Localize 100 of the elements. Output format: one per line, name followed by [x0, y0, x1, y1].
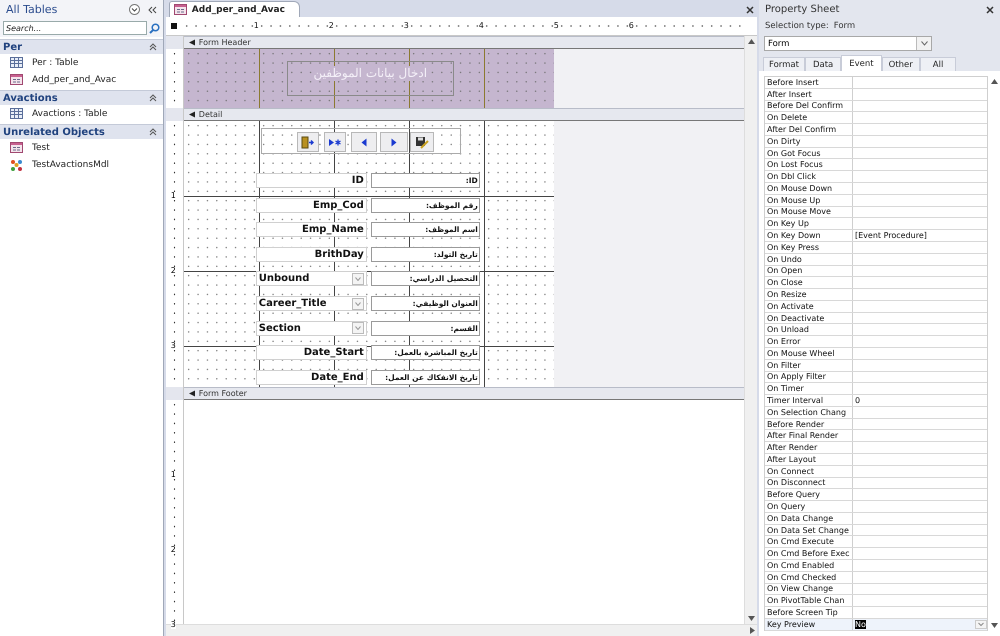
- property-row[interactable]: On Key Down [Event Procedure]: [765, 230, 988, 242]
- property-value[interactable]: No: [855, 620, 866, 629]
- property-row[interactable]: After Render: [765, 442, 988, 454]
- property-row[interactable]: Before Del Confirm: [765, 100, 988, 112]
- group-header[interactable]: Unrelated Objects: [0, 124, 163, 139]
- object-item[interactable]: Per : Table: [32, 58, 78, 68]
- record-nav-button[interactable]: [296, 132, 319, 152]
- search-field[interactable]: Search...: [3, 21, 147, 35]
- property-row[interactable]: Key Preview No: [765, 618, 988, 631]
- sheet-tab[interactable]: Format: [763, 57, 805, 71]
- record-nav-button[interactable]: [324, 132, 346, 152]
- property-row[interactable]: On Open: [765, 266, 988, 278]
- object-item[interactable]: Add_per_and_Avac: [32, 74, 116, 84]
- sheet-tab[interactable]: Event: [841, 55, 882, 71]
- sheet-tab[interactable]: All: [920, 57, 956, 71]
- property-row[interactable]: On PivotTable Chan: [765, 595, 988, 608]
- object-item[interactable]: Test: [32, 142, 50, 152]
- property-row[interactable]: After Layout: [765, 454, 988, 466]
- property-row[interactable]: On Close: [765, 277, 988, 290]
- sheet-tab[interactable]: Data: [804, 57, 842, 71]
- property-row[interactable]: After Final Render: [765, 430, 988, 442]
- property-row[interactable]: On Dirty: [765, 136, 988, 148]
- combo-box[interactable]: Section: [256, 320, 367, 336]
- text-box[interactable]: Emp_Name: [256, 222, 367, 238]
- property-row[interactable]: On Filter: [765, 360, 988, 372]
- property-value[interactable]: [Event Procedure]: [855, 231, 927, 240]
- property-row[interactable]: Before Screen Tip: [765, 607, 988, 619]
- scroll-right-icon[interactable]: [750, 627, 755, 634]
- property-row[interactable]: On Disconnect: [765, 478, 988, 490]
- object-item[interactable]: Avactions : Table: [32, 108, 108, 118]
- property-row[interactable]: On Activate: [765, 300, 988, 313]
- collapse-icon[interactable]: [148, 6, 158, 14]
- property-row[interactable]: On View Change: [765, 584, 988, 596]
- close-icon[interactable]: [746, 6, 754, 14]
- scroll-down-icon[interactable]: [748, 616, 754, 621]
- property-row[interactable]: On Delete: [765, 112, 988, 124]
- combo-box[interactable]: Career_Title: [256, 296, 367, 311]
- section-bar[interactable]: Form Footer: [184, 387, 744, 400]
- property-row[interactable]: On Undo: [765, 254, 988, 266]
- dropdown-circle-icon[interactable]: [129, 4, 140, 15]
- group-header[interactable]: Per: [0, 39, 163, 54]
- property-row[interactable]: Timer Interval 0: [765, 395, 988, 407]
- property-row[interactable]: After Insert: [765, 88, 988, 101]
- property-row[interactable]: On Mouse Up: [765, 194, 988, 207]
- scroll-up-icon[interactable]: [748, 39, 754, 44]
- text-box[interactable]: Date_End: [256, 370, 367, 385]
- property-row[interactable]: On Lost Focus: [765, 159, 988, 172]
- section-bar[interactable]: Form Header: [184, 36, 744, 49]
- text-box[interactable]: ID: [256, 173, 367, 188]
- collapse-chevron-icon[interactable]: [148, 94, 157, 102]
- record-nav-button[interactable]: [380, 132, 408, 152]
- object-dropdown[interactable]: Form: [764, 36, 932, 51]
- property-row[interactable]: On Error: [765, 336, 988, 348]
- text-box[interactable]: Date_Start: [256, 345, 367, 360]
- property-row[interactable]: On Query: [765, 501, 988, 513]
- property-row[interactable]: Before Render: [765, 418, 988, 430]
- property-row[interactable]: On Cmd Before Exec: [765, 548, 988, 560]
- search-icon[interactable]: [148, 22, 160, 34]
- property-row[interactable]: Before Query: [765, 489, 988, 502]
- scroll-down-icon[interactable]: [990, 623, 998, 628]
- property-row[interactable]: On Selection Chang: [765, 406, 988, 419]
- collapse-chevron-icon[interactable]: [148, 128, 157, 136]
- property-name: On Filter: [765, 360, 853, 371]
- sheet-tab[interactable]: Other: [882, 57, 920, 71]
- collapse-chevron-icon[interactable]: [148, 43, 157, 51]
- combo-box[interactable]: Unbound: [256, 271, 367, 286]
- property-row[interactable]: On Mouse Move: [765, 206, 988, 218]
- property-name: After Final Render: [765, 430, 853, 442]
- section-bar[interactable]: Detail: [184, 108, 744, 121]
- property-row[interactable]: On Apply Filter: [765, 372, 988, 384]
- record-nav-button[interactable]: [410, 132, 434, 152]
- property-row[interactable]: On Cmd Checked: [765, 572, 988, 584]
- property-row[interactable]: On Connect: [765, 466, 988, 478]
- property-row[interactable]: On Cmd Enabled: [765, 560, 988, 572]
- scroll-up-icon[interactable]: [990, 79, 998, 84]
- record-nav-button[interactable]: [350, 132, 377, 152]
- group-header[interactable]: Avactions: [0, 90, 163, 105]
- text-box[interactable]: Emp_Cod: [256, 198, 367, 213]
- document-tab[interactable]: Add_per_and_Avac: [168, 1, 300, 17]
- property-row[interactable]: On Data Set Change: [765, 524, 988, 536]
- property-row[interactable]: On Dbl Click: [765, 171, 988, 184]
- property-row[interactable]: On Key Up: [765, 218, 988, 230]
- property-row[interactable]: On Unload: [765, 324, 988, 336]
- property-row[interactable]: On Resize: [765, 289, 988, 301]
- property-row[interactable]: Before Insert: [765, 77, 988, 89]
- select-form-square[interactable]: [171, 23, 178, 29]
- property-row[interactable]: On Cmd Execute: [765, 536, 988, 548]
- property-row[interactable]: On Data Change: [765, 512, 988, 525]
- property-row[interactable]: On Deactivate: [765, 312, 988, 324]
- property-row[interactable]: On Got Focus: [765, 148, 988, 160]
- property-row[interactable]: After Del Confirm: [765, 124, 988, 136]
- property-row[interactable]: On Mouse Wheel: [765, 348, 988, 360]
- close-icon[interactable]: [986, 6, 994, 14]
- property-row[interactable]: On Timer: [765, 383, 988, 396]
- text-box[interactable]: BrithDay: [256, 246, 367, 262]
- property-row[interactable]: On Key Press: [765, 242, 988, 254]
- vertical-scrollbar[interactable]: [744, 36, 757, 624]
- property-value[interactable]: 0: [855, 396, 860, 405]
- object-item[interactable]: TestAvactionsMdl: [32, 160, 110, 170]
- property-row[interactable]: On Mouse Down: [765, 183, 988, 195]
